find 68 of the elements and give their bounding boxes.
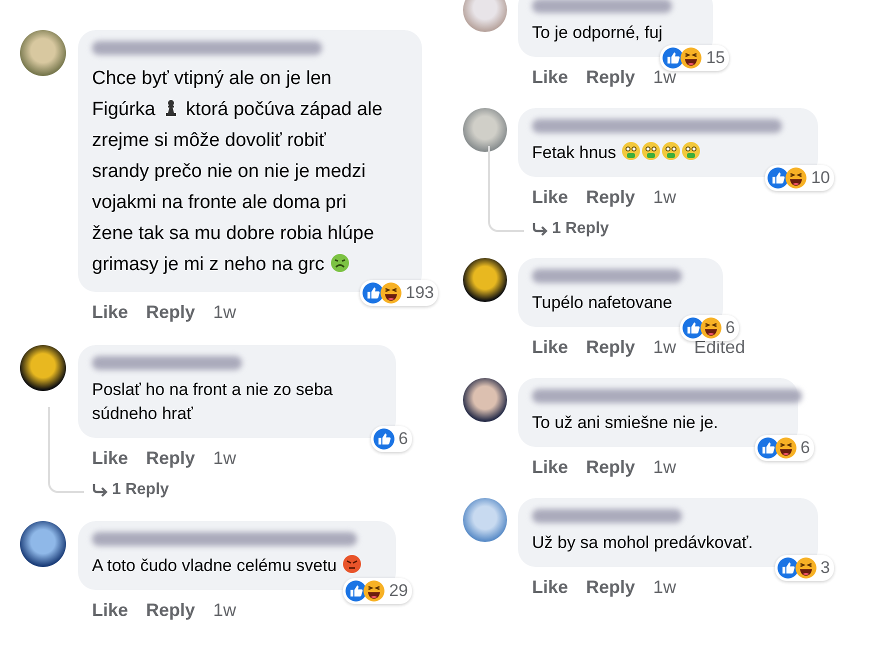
comment-action-link[interactable]: Reply xyxy=(586,337,636,358)
comment-text: Tupélo nafetovane xyxy=(532,292,674,314)
avatar-photo[interactable] xyxy=(20,345,66,391)
nauseated-face-icon xyxy=(330,253,350,273)
comment-text: To je odporné, fuj xyxy=(532,22,664,44)
reply-arrow-icon xyxy=(92,483,108,497)
comment-action-link[interactable]: Like xyxy=(532,187,568,208)
thumbs-up-icon xyxy=(767,167,790,189)
view-replies-link[interactable]: 1 Reply xyxy=(112,481,169,499)
timestamp[interactable]: 1w xyxy=(653,187,676,208)
timestamp[interactable]: 1w xyxy=(213,302,236,323)
comment-action-link[interactable]: Like xyxy=(92,600,128,621)
comment-action-link[interactable]: Reply xyxy=(146,448,196,469)
comment-text: Už by sa mohol predávkovať. xyxy=(532,532,754,554)
thumbs-up-icon xyxy=(372,428,395,450)
timestamp[interactable]: 1w xyxy=(213,448,236,469)
comment-action-link[interactable]: Like xyxy=(532,67,568,88)
laughing-face-icon xyxy=(680,47,702,69)
angry-face-icon xyxy=(342,554,362,574)
laughing-face-icon xyxy=(794,557,817,579)
vomiting-face-icon xyxy=(660,141,681,161)
comment-action-link[interactable]: Reply xyxy=(586,457,636,478)
comment-action-link[interactable]: Like xyxy=(92,448,128,469)
reaction-badge[interactable]: 10 xyxy=(765,165,834,191)
comment-action-link[interactable]: Reply xyxy=(586,67,636,88)
timestamp[interactable]: 1w xyxy=(653,577,676,598)
comment-action-link[interactable]: Like xyxy=(532,577,568,598)
comment-action-link[interactable]: Reply xyxy=(146,600,196,621)
reply-arrow-icon xyxy=(532,222,548,236)
comment-text: To už ani smiešne nie je. xyxy=(532,412,720,434)
reaction-badge[interactable]: 6 xyxy=(370,426,412,452)
reaction-badge[interactable]: 3 xyxy=(774,555,834,581)
thumbs-up-icon xyxy=(776,557,799,579)
thumbs-up-icon xyxy=(345,580,368,602)
comment-action-link[interactable]: Reply xyxy=(146,302,196,323)
laughing-face-icon xyxy=(774,437,797,459)
reaction-badge[interactable]: 29 xyxy=(343,578,412,604)
timestamp[interactable]: 1w xyxy=(213,600,236,621)
avatar-photo[interactable] xyxy=(463,378,507,422)
laughing-face-icon xyxy=(380,282,402,304)
comment-text: Chce byť vtipný ale on je len Figúrka ktorá počúva západ ale zrejme si môže dovoliť robiť srandy prečo nie on nie je medzi vojakmi na fronte ale doma pri žene tak sa mu dobre robia hlúpe grimasy je mi z neho na grc xyxy=(92,67,384,277)
laughing-face-icon xyxy=(785,167,808,189)
thumbs-up-icon xyxy=(756,437,779,459)
comment-action-link[interactable]: Like xyxy=(532,457,568,478)
view-replies-link[interactable]: 1 Reply xyxy=(552,220,609,238)
thumbs-up-icon xyxy=(362,282,384,304)
reaction-badge[interactable]: 15 xyxy=(660,45,729,71)
reaction-badge[interactable]: 193 xyxy=(360,280,438,306)
laughing-face-icon xyxy=(700,317,722,339)
timestamp[interactable]: 1w xyxy=(653,337,676,358)
comment-action-link[interactable]: Like xyxy=(532,337,568,358)
comment-text: Fetak hnus xyxy=(532,141,804,165)
laughing-face-icon xyxy=(363,580,386,602)
comment-action-link[interactable]: Reply xyxy=(586,187,636,208)
comment-text: Poslať ho na front a nie zo seba súdneho hrať xyxy=(92,379,334,425)
comment-action-link[interactable]: Like xyxy=(92,302,128,323)
vomiting-face-icon xyxy=(680,141,701,161)
reaction-badge[interactable]: 6 xyxy=(680,315,739,341)
avatar-photo[interactable] xyxy=(20,521,66,567)
thumbs-up-icon xyxy=(662,47,684,69)
avatar-photo[interactable] xyxy=(463,258,507,302)
comment-action-link[interactable]: Reply xyxy=(586,577,636,598)
comment-text: A toto čudo vladne celému svetu xyxy=(92,554,382,578)
vomiting-face-icon xyxy=(640,141,661,161)
vomiting-face-icon xyxy=(620,141,641,161)
timestamp[interactable]: 1w xyxy=(653,457,676,478)
reaction-badge[interactable]: 6 xyxy=(754,435,814,461)
thumbs-up-icon xyxy=(682,317,704,339)
